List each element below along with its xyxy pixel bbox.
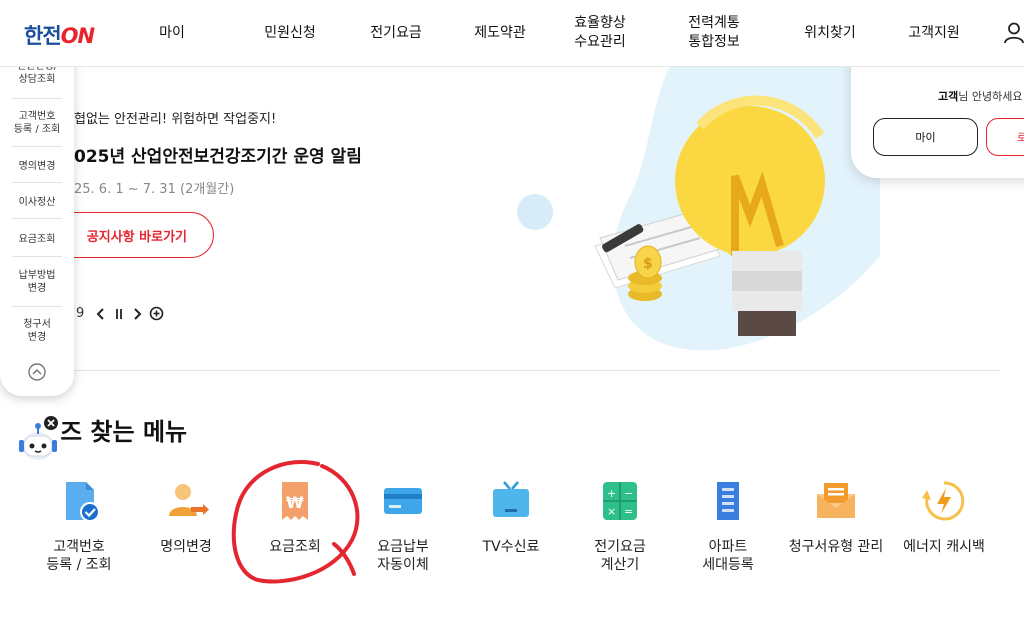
tv-icon — [493, 481, 529, 517]
quick-item-payment-method[interactable]: 납부방법 변경 — [0, 269, 74, 295]
fav-label: 요금조회 — [269, 539, 321, 555]
bill-inquiry-icon: ₩ — [282, 482, 308, 520]
kepco-on-logo[interactable]: 한전ON — [24, 20, 95, 50]
quick-divider — [12, 182, 62, 183]
notice-subtitle: 협없는 안전관리! 위험하면 작업중지! — [74, 112, 277, 127]
customer-number-icon — [66, 482, 100, 522]
fav-calculator[interactable]: + − × = 전기요금 계산기 — [570, 476, 670, 574]
fav-label: 청구서유형 관리 — [788, 539, 884, 555]
fav-name-change[interactable]: 명의변경 — [136, 476, 236, 556]
greeting-rest: 님 안녕하세요 — [958, 90, 1023, 103]
fav-label: 에너지 캐시백 — [903, 539, 985, 555]
notice-period: 25. 6. 1 ~ 7. 31 (2개월간) — [74, 182, 235, 197]
svg-text:−: − — [624, 487, 633, 500]
quick-item-moving[interactable]: 이사정산 — [0, 196, 74, 209]
nav-terms[interactable]: 제도약관 — [460, 0, 540, 66]
fav-auto-payment[interactable]: 요금납부 자동이체 — [353, 476, 453, 574]
greeting-text: 고객님 안녕하세요 — [938, 88, 1022, 104]
energy-cashback-icon — [922, 481, 965, 521]
nav-electricity-rate[interactable]: 전기요금 — [356, 0, 436, 66]
svg-text:$: $ — [643, 256, 653, 272]
svg-text:×: × — [607, 505, 616, 518]
prev-slide-icon[interactable] — [95, 307, 107, 321]
favorites-title: 즈 찾는 메뉴 — [60, 418, 188, 446]
nav-efficiency[interactable]: 효율향상 수요관리 — [560, 0, 640, 66]
section-divider — [40, 370, 1000, 371]
greeting-name: 고객 — [938, 90, 959, 103]
fav-label: 전기요금 계산기 — [594, 539, 646, 573]
logo-text-right: ON — [60, 24, 95, 48]
chevron-up-icon[interactable] — [25, 360, 49, 384]
fav-energy-cashback[interactable]: 에너지 캐시백 — [894, 476, 994, 556]
plus-icon[interactable] — [149, 306, 164, 321]
quick-divider — [12, 218, 62, 219]
apartment-icon — [717, 482, 739, 520]
quick-item-bill[interactable]: 요금조회 — [0, 233, 74, 246]
quick-item-invoice[interactable]: 청구서 변경 — [0, 318, 74, 344]
slide-index: 9 — [76, 306, 85, 321]
my-button[interactable]: 마이 — [873, 118, 978, 156]
user-icon[interactable] — [1004, 22, 1024, 44]
svg-text:₩: ₩ — [286, 493, 304, 512]
login-button[interactable]: 로 — [986, 118, 1024, 156]
pause-icon[interactable] — [113, 307, 125, 321]
fav-label: 명의변경 — [160, 539, 212, 555]
envelope-icon — [817, 483, 855, 518]
quick-item-customer-number[interactable]: 고객번호 등록 / 조회 — [0, 110, 74, 136]
name-change-icon — [169, 484, 209, 516]
fav-label: 아파트 세대등록 — [702, 539, 754, 573]
quick-divider — [12, 306, 62, 307]
chatbot-icon[interactable] — [14, 414, 66, 470]
fav-bill-inquiry[interactable]: ₩ 요금조회 — [245, 476, 345, 556]
fav-invoice-type[interactable]: 청구서유형 관리 — [786, 476, 886, 556]
header: 한전ON 마이 민원신청 전기요금 제도약관 효율향상 수요관리 전력계통 통합… — [0, 0, 1024, 67]
svg-text:+: + — [607, 487, 616, 500]
fav-tv-fee[interactable]: TV수신료 — [461, 476, 561, 556]
fav-label: 고객번호 등록 / 조회 — [46, 539, 112, 573]
svg-text:=: = — [624, 505, 633, 518]
fav-label: 요금납부 자동이체 — [377, 539, 429, 573]
fav-customer-number[interactable]: 고객번호 등록 / 조회 — [29, 476, 129, 574]
card-payment-icon — [384, 488, 422, 514]
nav-support[interactable]: 고객지원 — [894, 0, 974, 66]
nav-grid-info[interactable]: 전력계통 통합정보 — [674, 0, 754, 66]
nav-civil-application[interactable]: 민원신청 — [250, 0, 330, 66]
quick-divider — [12, 256, 62, 257]
calculator-icon: + − × = — [603, 482, 637, 520]
notice-title: 025년 산업안전보건강조기간 운영 알림 — [74, 147, 362, 167]
fav-apartment[interactable]: 아파트 세대등록 — [678, 476, 778, 574]
quick-item-name-change[interactable]: 명의변경 — [0, 160, 74, 173]
lightbulb-illustration: $ — [517, 66, 880, 351]
quick-divider — [12, 98, 62, 99]
logo-text-left: 한전 — [24, 24, 62, 48]
next-slide-icon[interactable] — [131, 307, 143, 321]
quick-divider — [12, 146, 62, 147]
quick-menu: 민원신청/ 상담조회 고객번호 등록 / 조회 명의변경 이사정산 요금조회 납… — [0, 40, 74, 396]
nav-my[interactable]: 마이 — [142, 0, 202, 66]
fav-label: TV수신료 — [482, 539, 540, 555]
nav-location[interactable]: 위치찾기 — [790, 0, 870, 66]
